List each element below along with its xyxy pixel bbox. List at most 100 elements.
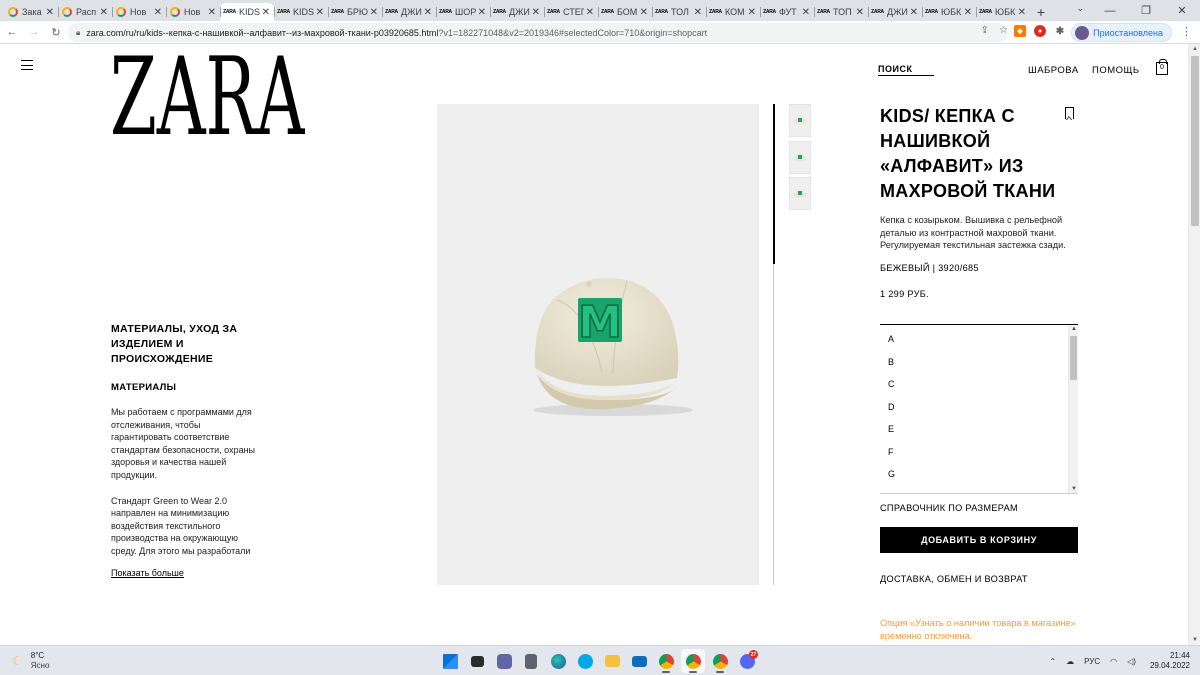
maximize-icon[interactable]: ❐ [1128,0,1164,21]
add-to-cart-button[interactable]: ДОБАВИТЬ В КОРЗИНУ [880,527,1078,553]
product-image[interactable]: M [437,104,759,585]
tab-close-icon[interactable]: ✕ [46,7,54,18]
size-option[interactable]: D [880,396,1078,419]
browser-tab[interactable]: Расп ✕ [58,3,112,21]
scrollbar-thumb[interactable] [1070,336,1077,380]
size-list-scrollbar[interactable]: ▲ ▼ [1068,325,1078,493]
size-option[interactable]: E [880,418,1078,441]
chat-icon[interactable] [492,649,516,673]
tab-close-icon[interactable]: ✕ [586,7,594,18]
account-link[interactable]: ШАБРОВА [1028,65,1079,76]
edge-icon[interactable] [546,649,570,673]
reload-icon[interactable]: ↻ [46,22,66,42]
search-icon[interactable] [465,649,489,673]
star-icon[interactable]: ☆ [999,25,1008,36]
tab-close-icon[interactable]: ✕ [640,7,648,18]
size-option[interactable]: F [880,441,1078,464]
adblock-icon[interactable]: ● [1034,25,1046,37]
thumbnail-3[interactable] [789,177,811,210]
browser-tab[interactable]: Нов ✕ [112,3,166,21]
language-indicator[interactable]: РУС [1084,657,1100,666]
browser-tab[interactable]: ZARA KIDS ✕ [220,3,274,21]
minimize-icon[interactable]: — [1092,0,1128,21]
tab-close-icon[interactable]: ✕ [1018,7,1026,18]
tab-close-icon[interactable]: ✕ [694,7,702,18]
help-link[interactable]: ПОМОЩЬ [1092,65,1140,76]
tab-close-icon[interactable]: ✕ [100,7,108,18]
tab-close-icon[interactable]: ✕ [910,7,918,18]
browser-tab[interactable]: Зака ✕ [4,3,58,21]
show-more-link[interactable]: Показать больше [111,568,184,578]
chrome-profile-icon[interactable] [681,649,705,673]
size-option[interactable]: A [880,328,1078,351]
browser-tab[interactable]: ZARA СТЕГ ✕ [544,3,598,21]
size-guide-link[interactable]: СПРАВОЧНИК ПО РАЗМЕРАМ [880,503,1018,513]
page-scrollbar[interactable]: ▲ ▼ [1188,44,1200,645]
size-option[interactable]: G [880,463,1078,486]
browser-tab[interactable]: ZARA БОМ ✕ [598,3,652,21]
browser-tab[interactable]: ZARA ШОР ✕ [436,3,490,21]
tab-close-icon[interactable]: ✕ [316,7,324,18]
browser-tab[interactable]: ZARA ТОЛ ✕ [652,3,706,21]
browser-tab[interactable]: ZARA КОМ ✕ [706,3,760,21]
page-scroll-up-icon[interactable]: ▲ [1189,46,1200,52]
weather-widget[interactable]: ☾ 8°C Ясно [12,651,49,671]
browser-tab[interactable]: ZARA БРЮ ✕ [328,3,382,21]
chrome-icon[interactable] [654,649,678,673]
tab-search-icon[interactable]: ⌄ [1076,3,1084,14]
tab-close-icon[interactable]: ✕ [154,7,162,18]
browser-tab[interactable]: ZARA ЮБК ✕ [922,3,976,21]
lock-icon[interactable]: 🔒︎ [76,28,80,38]
file-explorer-icon[interactable] [600,649,624,673]
profile-button[interactable]: Приостановлена [1071,23,1172,42]
scroll-up-icon[interactable]: ▲ [1069,326,1078,332]
thumbnail-2[interactable] [789,141,811,174]
browser-tab[interactable]: ZARA KIDS ✕ [274,3,328,21]
browser-tab[interactable]: ZARA ФУТ ✕ [760,3,814,21]
scroll-down-icon[interactable]: ▼ [1069,486,1078,492]
browser-tab[interactable]: Нов ✕ [166,3,220,21]
tab-close-icon[interactable]: ✕ [370,7,378,18]
browser-tab[interactable]: ZARA ДЖИ ✕ [490,3,544,21]
page-scrollbar-thumb[interactable] [1191,56,1199,226]
discord-icon[interactable]: 27 [735,649,759,673]
menu-icon[interactable] [21,60,33,70]
page-scroll-down-icon[interactable]: ▼ [1189,637,1200,643]
extensions-puzzle-icon[interactable]: ✱ [1054,25,1066,37]
browser-tab[interactable]: ZARA ДЖИ ✕ [382,3,436,21]
close-window-icon[interactable]: ✕ [1164,0,1200,21]
size-option[interactable]: C [880,373,1078,396]
skype-icon[interactable] [573,649,597,673]
tab-close-icon[interactable]: ✕ [424,7,432,18]
tab-close-icon[interactable]: ✕ [802,7,810,18]
new-tab-button[interactable]: + [1030,3,1052,21]
back-icon[interactable]: ← [2,22,22,42]
cart-icon[interactable]: 0 [1156,59,1168,75]
mail-icon[interactable] [627,649,651,673]
tab-close-icon[interactable]: ✕ [478,7,486,18]
browser-tab[interactable]: ZARA ДЖИ ✕ [868,3,922,21]
calculator-icon[interactable] [519,649,543,673]
browser-tab[interactable]: ZARA ТОП ✕ [814,3,868,21]
antivirus-icon[interactable]: ☁ [1066,657,1074,666]
browser-tab[interactable]: ZARA ЮБК ✕ [976,3,1030,21]
volume-icon[interactable]: ◁) [1127,657,1136,666]
tab-close-icon[interactable]: ✕ [262,7,270,18]
search-field[interactable]: ПОИСК [878,64,934,76]
forward-icon[interactable]: → [24,22,44,42]
tab-close-icon[interactable]: ✕ [532,7,540,18]
tray-overflow-icon[interactable]: ⌃ [1049,657,1056,666]
tab-close-icon[interactable]: ✕ [856,7,864,18]
zara-logo[interactable]: ZARA [110,50,305,140]
browser-menu-icon[interactable]: ⋮ [1181,25,1192,38]
delivery-link[interactable]: ДОСТАВКА, ОБМЕН И ВОЗВРАТ [880,574,1028,584]
size-option[interactable]: H [880,486,1078,493]
thumbnail-1[interactable] [789,104,811,137]
wifi-icon[interactable]: ◠ [1110,657,1117,666]
tab-close-icon[interactable]: ✕ [748,7,756,18]
extension-icon[interactable]: ◆ [1014,25,1026,37]
clock[interactable]: 21:44 29.04.2022 [1150,651,1190,671]
size-option[interactable]: B [880,351,1078,374]
chrome-second-profile-icon[interactable] [708,649,732,673]
start-icon[interactable] [438,649,462,673]
